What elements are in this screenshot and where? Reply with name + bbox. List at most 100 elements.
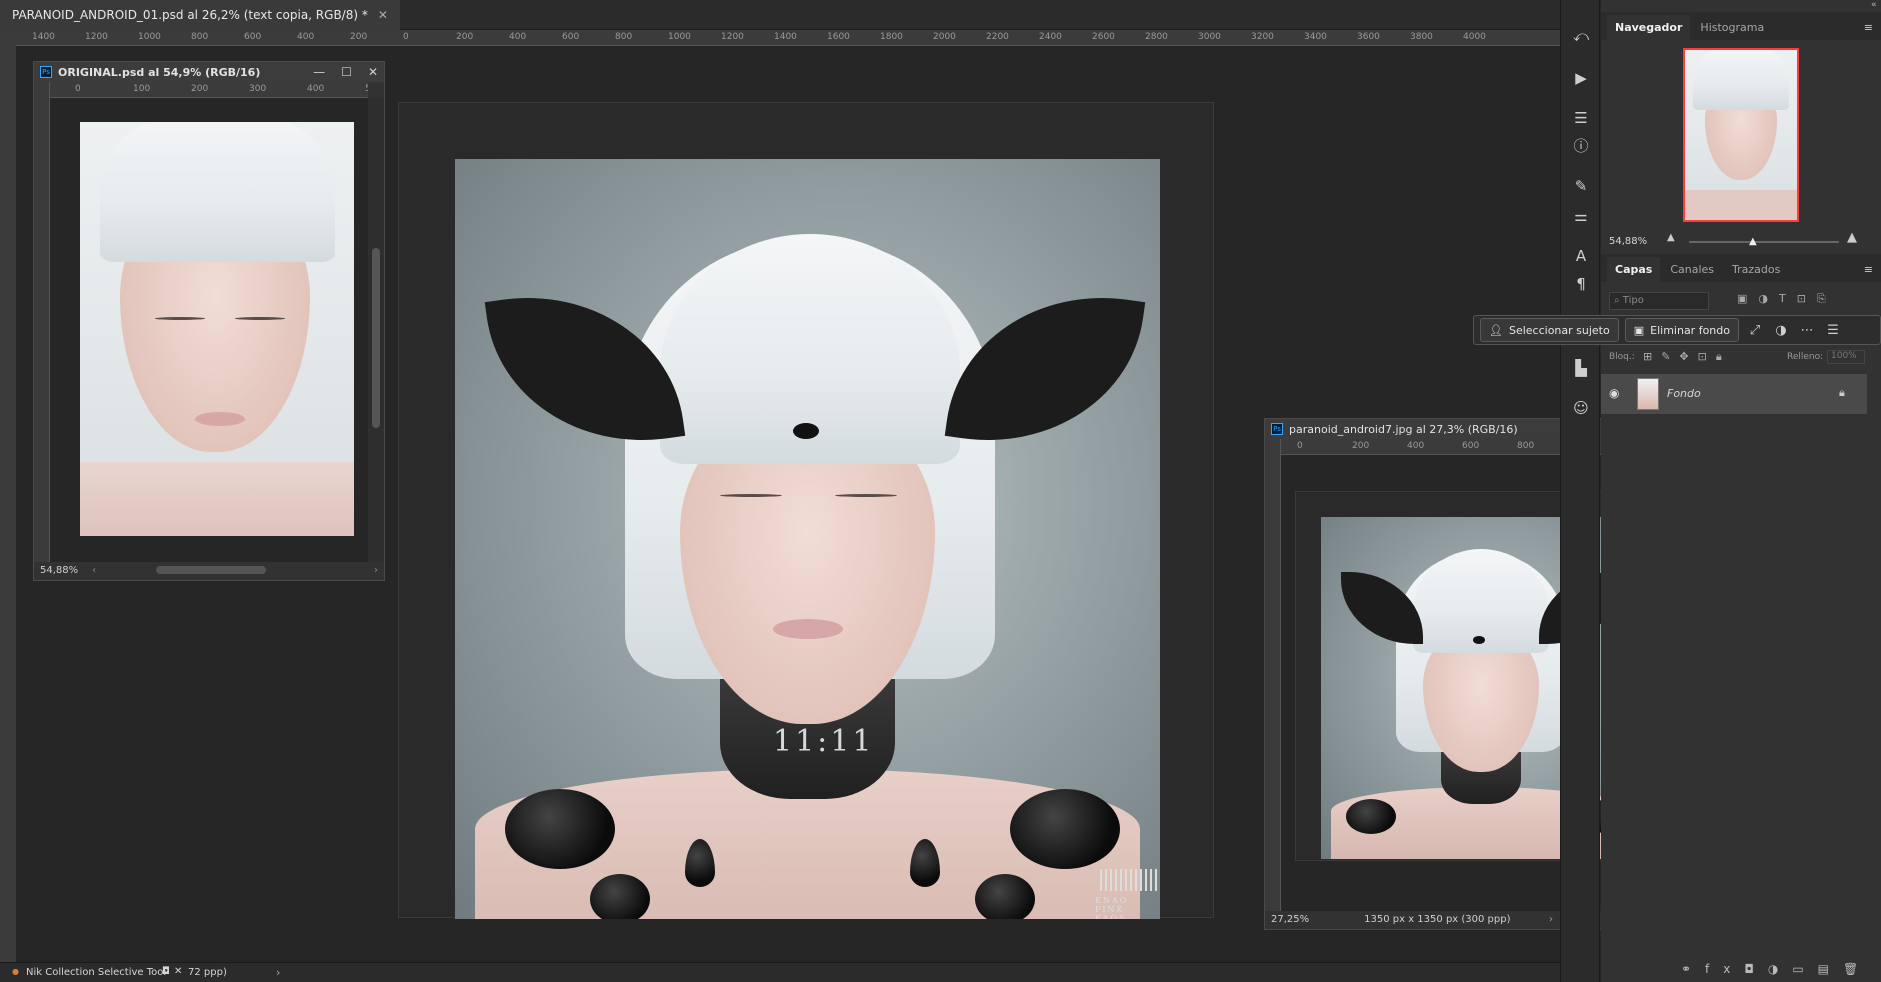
main-document-canvas[interactable]: 11:11 KNAO PINK KAOS <box>398 102 1214 919</box>
maximize-icon[interactable]: ☐ <box>341 65 352 79</box>
ruler-tick: 1600 <box>827 32 850 42</box>
android7-zoom[interactable]: 27,25% <box>1271 914 1309 925</box>
layer-filter-icons[interactable]: ▣◑T⊡⎘ <box>1737 292 1837 306</box>
layers-footer-icons[interactable]: ⚭fx◘◑▭▤🗑︎ <box>1681 962 1872 976</box>
ruler-tick: 600 <box>244 32 262 42</box>
layer-search-placeholder: Tipo <box>1622 295 1644 306</box>
original-canvas[interactable] <box>50 98 368 562</box>
plugin-label[interactable]: Nik Collection Selective Tool <box>26 967 166 978</box>
android7-vertical-ruler <box>1265 439 1281 911</box>
ruler-tick: 1400 <box>774 32 797 42</box>
main-status-fragment: 72 ppp) <box>188 967 227 978</box>
panel-menu-icon[interactable]: ≡ <box>1856 257 1881 282</box>
main-horizontal-ruler: 1400 1200 1000 800 600 400 200 0 200 400 600 800 100… <box>16 30 1560 46</box>
navigator-zoom[interactable]: 54,88% <box>1609 236 1647 247</box>
document-tab-title: PARANOID_ANDROID_01.psd al 26,2% (text c… <box>12 8 368 22</box>
original-artwork <box>80 122 354 536</box>
tab-paths[interactable]: Trazados <box>1724 257 1788 282</box>
comments-icon[interactable]: ☺ <box>1571 398 1591 418</box>
main-vertical-ruler <box>0 30 16 962</box>
adjustment-icon[interactable]: ◑ <box>1771 323 1791 338</box>
fill-value[interactable]: 100% <box>1827 350 1865 364</box>
settings-sliders-icon[interactable]: ☰ <box>1823 323 1843 338</box>
person-icon: 👤︎ <box>1489 323 1503 337</box>
navigator-preview[interactable] <box>1683 48 1799 222</box>
close-icon[interactable]: ✕ <box>368 65 378 79</box>
android7-doc-info: 1350 px x 1350 px (300 ppp) <box>1364 913 1511 925</box>
signature-barcode <box>1100 869 1160 891</box>
ruler-tick: 0 <box>1297 441 1303 451</box>
close-icon[interactable]: ✕ <box>378 8 388 22</box>
plugin-close-icon[interactable]: ✕ <box>174 966 182 977</box>
original-zoom[interactable]: 54,88% <box>40 565 78 576</box>
ruler-tick: 200 <box>191 84 209 94</box>
ruler-tick: 2000 <box>933 32 956 42</box>
search-icon: ⌕ <box>1614 295 1623 306</box>
tab-layers[interactable]: Capas <box>1607 257 1661 282</box>
ruler-tick: 400 <box>1407 441 1425 451</box>
select-subject-button[interactable]: 👤︎ Seleccionar sujeto <box>1480 318 1619 342</box>
character-icon[interactable]: A <box>1571 246 1591 266</box>
ruler-tick: 400 <box>509 32 527 42</box>
libraries-icon[interactable]: ▙ <box>1571 358 1591 378</box>
properties-icon[interactable]: ⚌ <box>1571 206 1591 226</box>
panel-menu-icon[interactable]: ≡ <box>1856 15 1881 40</box>
minimize-icon[interactable]: — <box>313 65 325 79</box>
ruler-tick: 0 <box>75 84 81 94</box>
tab-histogram[interactable]: Histograma <box>1692 15 1772 40</box>
ruler-tick: 100 <box>133 84 151 94</box>
zoom-in-icon[interactable]: ▲ <box>1847 230 1857 245</box>
ruler-tick: 3800 <box>1410 32 1433 42</box>
android7-window-title: paranoid_android7.jpg al 27,3% (RGB/16) <box>1289 422 1518 436</box>
document-tab[interactable]: PARANOID_ANDROID_01.psd al 26,2% (text c… <box>0 0 400 30</box>
plugin-window-icon[interactable]: ◘ <box>162 966 170 977</box>
tab-channels[interactable]: Canales <box>1662 257 1722 282</box>
layer-search[interactable]: ⌕ Tipo <box>1609 292 1709 310</box>
select-subject-label: Seleccionar sujeto <box>1508 323 1610 337</box>
status-expand-icon[interactable]: › <box>276 966 280 979</box>
ruler-tick: 800 <box>1517 441 1535 451</box>
remove-background-button[interactable]: ▣ Eliminar fondo <box>1624 318 1739 342</box>
ruler-tick: 1200 <box>85 32 108 42</box>
ruler-tick: 3600 <box>1357 32 1380 42</box>
layer-row[interactable]: ◉ Fondo 🔒︎ <box>1601 374 1867 414</box>
zoom-slider-handle[interactable]: ▲ <box>1749 236 1757 247</box>
collapse-panels-icon[interactable]: « <box>1871 0 1877 10</box>
scroll-right-icon[interactable]: › <box>374 565 378 576</box>
layer-name[interactable]: Fondo <box>1667 387 1701 400</box>
ruler-tick: 300 <box>249 84 267 94</box>
lock-icons[interactable]: ⊞✎✥⊡🔒︎ <box>1643 350 1731 364</box>
photoshop-icon: Ps <box>1271 423 1283 435</box>
paragraph-icon[interactable]: ¶ <box>1571 274 1591 294</box>
original-horizontal-scrollbar[interactable] <box>156 566 267 574</box>
visibility-eye-icon[interactable]: ◉ <box>1609 386 1619 400</box>
more-options-icon[interactable]: ⋯ <box>1797 323 1817 338</box>
ruler-tick: 2400 <box>1039 32 1062 42</box>
tab-navigator[interactable]: Navegador <box>1607 15 1691 40</box>
adjustments-icon[interactable]: ☰ <box>1571 108 1591 128</box>
original-vertical-scrollbar[interactable] <box>368 98 384 562</box>
scroll-left-icon[interactable]: ‹ <box>92 565 96 576</box>
navigator-zoom-slider[interactable] <box>1689 241 1839 243</box>
ruler-tick: 200 <box>350 32 368 42</box>
doc-info-expand-icon[interactable]: › <box>1549 914 1553 925</box>
info-icon[interactable]: ⓘ <box>1571 136 1591 156</box>
neck-text: 11:11 <box>773 724 875 759</box>
ruler-tick: 200 <box>456 32 474 42</box>
ruler-tick: 2200 <box>986 32 1009 42</box>
actions-play-icon[interactable]: ▶ <box>1571 68 1591 88</box>
ruler-tick: 1400 <box>32 32 55 42</box>
transform-icon[interactable]: ⤢ <box>1745 323 1765 338</box>
image-icon: ▣ <box>1633 323 1645 337</box>
brush-presets-icon[interactable]: ✎ <box>1571 176 1591 196</box>
bottom-bar: ● Nik Collection Selective Tool ◘ ✕ 72 p… <box>0 962 1560 982</box>
fill-label: Relleno: <box>1787 352 1824 362</box>
history-brush-icon[interactable]: ⤺ <box>1571 26 1591 46</box>
signature-text: KNAO PINK KAOS <box>1095 896 1129 919</box>
ruler-tick: 0 <box>403 32 409 42</box>
original-document-window[interactable]: Ps ORIGINAL.psd al 54,9% (RGB/16) — ☐ ✕ … <box>33 61 385 581</box>
ruler-tick: 400 <box>307 84 325 94</box>
zoom-out-icon[interactable]: ▲ <box>1667 232 1675 243</box>
original-window-titlebar[interactable]: Ps ORIGINAL.psd al 54,9% (RGB/16) — ☐ ✕ <box>34 62 384 82</box>
ruler-tick: 1000 <box>668 32 691 42</box>
